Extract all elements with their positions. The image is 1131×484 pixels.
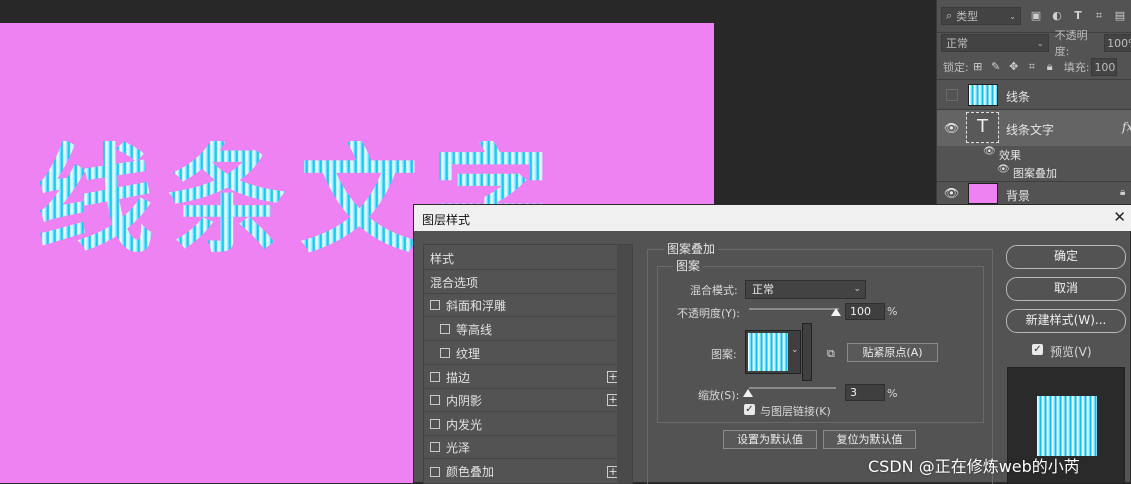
text-layer-thumbnail: T bbox=[966, 112, 999, 143]
eye-icon[interactable]: 👁︎ bbox=[944, 121, 959, 135]
layer-row-text[interactable]: 👁︎ T 线条文字 fx bbox=[937, 110, 1131, 146]
checkbox[interactable] bbox=[440, 324, 450, 334]
close-icon[interactable]: ✕ bbox=[1113, 208, 1126, 226]
layers-blend-row: 正常 ⌄ 不透明度: 100% bbox=[937, 29, 1131, 58]
pattern-picker-scroll[interactable] bbox=[802, 323, 812, 381]
new-style-button[interactable]: 新建样式(W)... bbox=[1006, 309, 1126, 333]
cancel-button[interactable]: 取消 bbox=[1006, 277, 1126, 301]
layer-fill-input[interactable]: 100% bbox=[1091, 58, 1118, 76]
effect-pattern-overlay-row[interactable]: 👁︎ 图案叠加 bbox=[937, 163, 1131, 182]
style-item-stroke[interactable]: 描边 + bbox=[424, 366, 619, 389]
make-default-button[interactable]: 设置为默认值 bbox=[723, 430, 817, 449]
checkbox[interactable] bbox=[430, 372, 440, 382]
ok-button[interactable]: 确定 bbox=[1006, 245, 1126, 269]
layer-opacity-input[interactable]: 100% bbox=[1104, 34, 1131, 52]
fill-label: 填充: bbox=[1063, 61, 1090, 74]
reset-to-default-button[interactable]: 复位为默认值 bbox=[823, 430, 916, 449]
effects-row[interactable]: 👁︎ 效果 bbox=[937, 146, 1131, 163]
layers-panel: ⌕ 类型 ⌄ ▣ ◐ T ⌗ ▤ 正常 ⌄ 不透明度: 100% 锁定: ⊞ ✎… bbox=[936, 0, 1131, 204]
pattern-picker[interactable]: ⌄ bbox=[745, 330, 801, 374]
checkbox[interactable] bbox=[440, 348, 450, 358]
style-item-styles[interactable]: 样式 bbox=[424, 247, 617, 270]
lock-all-icon[interactable]: 🔒︎ bbox=[1044, 61, 1056, 73]
lock-label: 锁定: bbox=[943, 61, 969, 74]
smart-object-filter-icon[interactable]: ▤ bbox=[1114, 10, 1126, 22]
scale-unit: % bbox=[887, 387, 898, 400]
background-thumbnail bbox=[968, 183, 998, 204]
lock-icon: 🔒︎ bbox=[1120, 187, 1126, 198]
scale-slider-track[interactable] bbox=[749, 387, 836, 389]
lock-artboard-icon[interactable]: ⌗ bbox=[1026, 61, 1038, 73]
chevron-down-icon: ⌄ bbox=[1009, 11, 1016, 21]
style-item-color-overlay[interactable]: 颜色叠加 + bbox=[424, 460, 619, 483]
layers-lock-row: 锁定: ⊞ ✎ ✥ ⌗ 🔒︎ 填充: 100% bbox=[937, 55, 1131, 80]
scale-input[interactable]: 3 bbox=[845, 384, 885, 401]
style-item-blending-options[interactable]: 混合选项 bbox=[424, 271, 617, 294]
eye-icon[interactable]: 👁︎ bbox=[997, 164, 1010, 175]
layer-row-background[interactable]: 👁︎ 背景 🔒︎ bbox=[937, 183, 1131, 204]
layer-thumbnail bbox=[968, 84, 998, 106]
opacity-slider-handle[interactable] bbox=[831, 308, 841, 316]
checkbox[interactable] bbox=[430, 395, 440, 405]
layer-filter-dropdown[interactable]: ⌕ 类型 ⌄ bbox=[941, 7, 1021, 25]
watermark: CSDN @正在修炼web的小芮 bbox=[868, 457, 1080, 476]
shape-filter-icon[interactable]: ⌗ bbox=[1093, 10, 1105, 22]
visibility-toggle-off-icon[interactable] bbox=[946, 89, 958, 101]
search-icon: ⌕ bbox=[946, 9, 953, 22]
opacity-slider-track[interactable] bbox=[749, 308, 839, 310]
dialog-title: 图层样式 bbox=[422, 213, 471, 227]
adjustment-filter-icon[interactable]: ◐ bbox=[1051, 10, 1063, 22]
preview-label: 预览(V) bbox=[1050, 345, 1092, 359]
subsection-title: 图案 bbox=[673, 257, 704, 274]
blend-mode-label: 混合模式: bbox=[690, 284, 738, 297]
layer-style-dialog: 图层样式 ✕ 样式 混合选项 斜面和浮雕 等高线 纹理 描边 + 内阴影 + 内… bbox=[413, 204, 1131, 484]
checkbox[interactable] bbox=[430, 466, 440, 477]
checkbox[interactable] bbox=[430, 419, 440, 429]
style-item-satin[interactable]: 光泽 bbox=[424, 436, 617, 459]
chevron-down-icon: ⌄ bbox=[853, 284, 861, 294]
lock-image-pixels-icon[interactable]: ✎ bbox=[990, 61, 1002, 73]
link-with-layer-checkbox[interactable]: ✓ bbox=[744, 404, 755, 415]
type-filter-icon[interactable]: T bbox=[1072, 10, 1084, 22]
image-filter-icon[interactable]: ▣ bbox=[1030, 10, 1042, 22]
checkbox[interactable] bbox=[430, 300, 440, 310]
section-title: 图案叠加 bbox=[664, 240, 719, 257]
styles-list-scrollbar[interactable] bbox=[617, 245, 632, 483]
eye-icon[interactable]: 👁︎ bbox=[944, 186, 959, 200]
lock-transparent-pixels-icon[interactable]: ⊞ bbox=[972, 61, 984, 73]
eye-icon[interactable]: 👁︎ bbox=[983, 146, 996, 157]
checkbox[interactable] bbox=[430, 442, 440, 452]
scale-slider-handle[interactable] bbox=[743, 389, 753, 397]
dialog-title-bar[interactable]: 图层样式 ✕ bbox=[414, 205, 1131, 231]
style-item-texture[interactable]: 纹理 bbox=[424, 342, 617, 365]
opacity-label: 不透明度(Y): bbox=[677, 307, 741, 320]
link-with-layer-label: 与图层链接(K) bbox=[760, 405, 831, 418]
layer-row-lines[interactable]: 线条 bbox=[937, 81, 1131, 110]
preview-checkbox[interactable]: ✓ bbox=[1032, 344, 1043, 355]
styles-list: 样式 混合选项 斜面和浮雕 等高线 纹理 描边 + 内阴影 + 内发光 光泽 颜… bbox=[423, 244, 633, 484]
style-item-bevel-emboss[interactable]: 斜面和浮雕 bbox=[424, 294, 617, 317]
new-preset-icon[interactable]: ⧉ bbox=[827, 347, 835, 361]
opacity-input[interactable]: 100 bbox=[845, 303, 885, 320]
chevron-down-icon: ⌄ bbox=[791, 345, 799, 355]
opacity-unit: % bbox=[887, 305, 898, 318]
fx-icon[interactable]: fx bbox=[1122, 120, 1131, 134]
pattern-swatch bbox=[748, 333, 788, 371]
chevron-down-icon: ⌄ bbox=[1036, 38, 1044, 48]
style-item-contour[interactable]: 等高线 bbox=[424, 318, 617, 341]
blend-mode-select[interactable]: 正常 ⌄ bbox=[745, 280, 866, 299]
layer-blend-mode-dropdown[interactable]: 正常 ⌄ bbox=[941, 34, 1049, 52]
snap-to-origin-button[interactable]: 贴紧原点(A) bbox=[847, 343, 938, 362]
preview-swatch bbox=[1037, 396, 1097, 456]
style-item-inner-shadow[interactable]: 内阴影 + bbox=[424, 389, 619, 412]
style-item-inner-glow[interactable]: 内发光 bbox=[424, 413, 617, 436]
lock-position-icon[interactable]: ✥ bbox=[1008, 61, 1020, 73]
pattern-label: 图案: bbox=[711, 348, 737, 361]
scale-label: 缩放(S): bbox=[698, 389, 740, 402]
